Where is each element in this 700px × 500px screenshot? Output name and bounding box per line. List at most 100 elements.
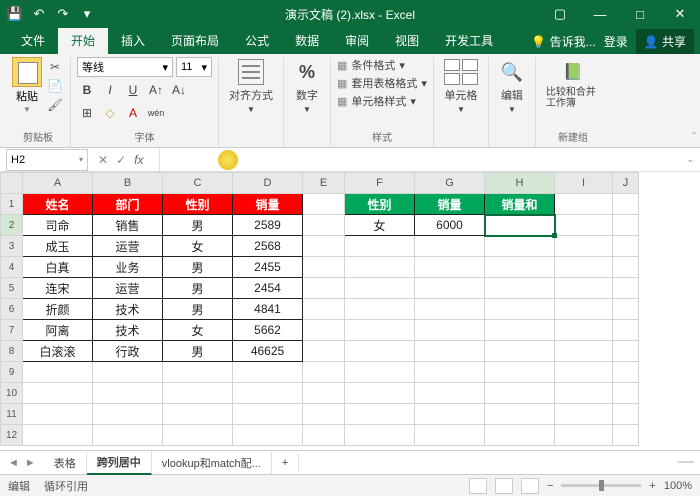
cell-styles-button[interactable]: ▦单元格样式 ▾	[337, 93, 427, 109]
collapse-ribbon-icon[interactable]: ˇ	[693, 132, 696, 143]
add-sheet-button[interactable]: +	[272, 454, 299, 472]
column-header[interactable]: E	[303, 173, 345, 194]
column-header[interactable]: G	[415, 173, 485, 194]
cell[interactable]	[555, 383, 613, 404]
decrease-font-icon[interactable]: A↓	[169, 80, 189, 100]
cell[interactable]	[485, 362, 555, 383]
save-icon[interactable]: 💾	[4, 3, 26, 25]
name-box[interactable]: H2▾	[6, 149, 88, 171]
number-button[interactable]: %数字▼	[290, 57, 324, 116]
cell[interactable]	[415, 383, 485, 404]
cell[interactable]	[613, 194, 639, 215]
undo-icon[interactable]: ↶	[28, 3, 50, 25]
cell[interactable]	[555, 215, 613, 236]
cell[interactable]	[613, 383, 639, 404]
cell[interactable]: 女	[345, 215, 415, 236]
row-header[interactable]: 7	[1, 320, 23, 341]
cell[interactable]: 销量和	[485, 194, 555, 215]
cell[interactable]	[415, 236, 485, 257]
cell[interactable]	[613, 320, 639, 341]
row-header[interactable]: 2	[1, 215, 23, 236]
tab-review[interactable]: 审阅	[332, 27, 382, 54]
tell-me[interactable]: 💡 告诉我...	[531, 33, 595, 50]
maximize-icon[interactable]: □	[620, 0, 660, 28]
column-header[interactable]: J	[613, 173, 639, 194]
cell[interactable]	[415, 341, 485, 362]
cell[interactable]	[345, 341, 415, 362]
row-header[interactable]: 12	[1, 425, 23, 446]
tab-layout[interactable]: 页面布局	[158, 27, 232, 54]
cell[interactable]	[415, 404, 485, 425]
minimize-icon[interactable]: ―	[580, 0, 620, 28]
cell[interactable]	[485, 257, 555, 278]
cell[interactable]	[613, 362, 639, 383]
sheet-tab[interactable]: 表格	[44, 452, 87, 474]
cell[interactable]	[415, 425, 485, 446]
cell[interactable]	[485, 236, 555, 257]
cell[interactable]: 姓名	[23, 194, 93, 215]
cell[interactable]	[613, 341, 639, 362]
cell[interactable]	[23, 404, 93, 425]
tab-view[interactable]: 视图	[382, 27, 432, 54]
zoom-slider[interactable]	[561, 484, 641, 487]
expand-formula-icon[interactable]: ⌄	[680, 154, 700, 165]
cell[interactable]	[613, 404, 639, 425]
close-icon[interactable]: ✕	[660, 0, 700, 28]
cell[interactable]	[23, 383, 93, 404]
qat-more-icon[interactable]: ▾	[76, 3, 98, 25]
cell[interactable]: 2454	[233, 278, 303, 299]
cell[interactable]	[613, 236, 639, 257]
cell[interactable]: 女	[163, 320, 233, 341]
cell[interactable]: 销量	[233, 194, 303, 215]
spreadsheet-grid[interactable]: ABCDEFGHIJ1姓名部门性别销量性别销量销量和2司命销售男2589女600…	[0, 172, 700, 450]
border-icon[interactable]: ⊞	[77, 103, 97, 123]
font-size-combo[interactable]: 11▾	[176, 57, 212, 77]
edit-button[interactable]: 🔍编辑▼	[495, 57, 529, 116]
cell[interactable]	[233, 362, 303, 383]
cell[interactable]: 男	[163, 341, 233, 362]
row-header[interactable]: 8	[1, 341, 23, 362]
cell[interactable]	[23, 425, 93, 446]
tab-data[interactable]: 数据	[282, 27, 332, 54]
cell[interactable]	[415, 320, 485, 341]
cell[interactable]	[163, 425, 233, 446]
cell[interactable]	[415, 299, 485, 320]
cell[interactable]: 2589	[233, 215, 303, 236]
cell[interactable]: 男	[163, 257, 233, 278]
cell[interactable]: 白滚滚	[23, 341, 93, 362]
column-header[interactable]: A	[23, 173, 93, 194]
tab-home[interactable]: 开始	[58, 27, 108, 54]
cells-button[interactable]: 单元格▼	[440, 57, 482, 116]
accept-formula-icon[interactable]: ✓	[116, 153, 126, 167]
cell[interactable]: 6000	[415, 215, 485, 236]
tab-formula[interactable]: 公式	[232, 27, 282, 54]
cell[interactable]	[613, 299, 639, 320]
cell[interactable]	[555, 278, 613, 299]
cell[interactable]: 4841	[233, 299, 303, 320]
column-header[interactable]: B	[93, 173, 163, 194]
cell[interactable]	[303, 425, 345, 446]
cell[interactable]	[485, 341, 555, 362]
cell[interactable]	[555, 236, 613, 257]
cell[interactable]	[345, 320, 415, 341]
cell[interactable]	[485, 404, 555, 425]
cell[interactable]	[485, 278, 555, 299]
view-layout-icon[interactable]	[495, 478, 513, 494]
cell[interactable]: 女	[163, 236, 233, 257]
cell[interactable]	[163, 362, 233, 383]
cell[interactable]	[303, 215, 345, 236]
cell[interactable]	[555, 257, 613, 278]
cell[interactable]	[345, 362, 415, 383]
cell[interactable]	[93, 383, 163, 404]
cell[interactable]	[613, 278, 639, 299]
cell[interactable]: 5662	[233, 320, 303, 341]
zoom-level[interactable]: 100%	[664, 480, 692, 492]
cell[interactable]	[345, 299, 415, 320]
cell[interactable]	[613, 425, 639, 446]
cell[interactable]	[415, 257, 485, 278]
cell[interactable]: 技术	[93, 320, 163, 341]
cell[interactable]	[485, 215, 555, 236]
cell[interactable]	[345, 278, 415, 299]
cell[interactable]: 业务	[93, 257, 163, 278]
cell[interactable]	[555, 362, 613, 383]
